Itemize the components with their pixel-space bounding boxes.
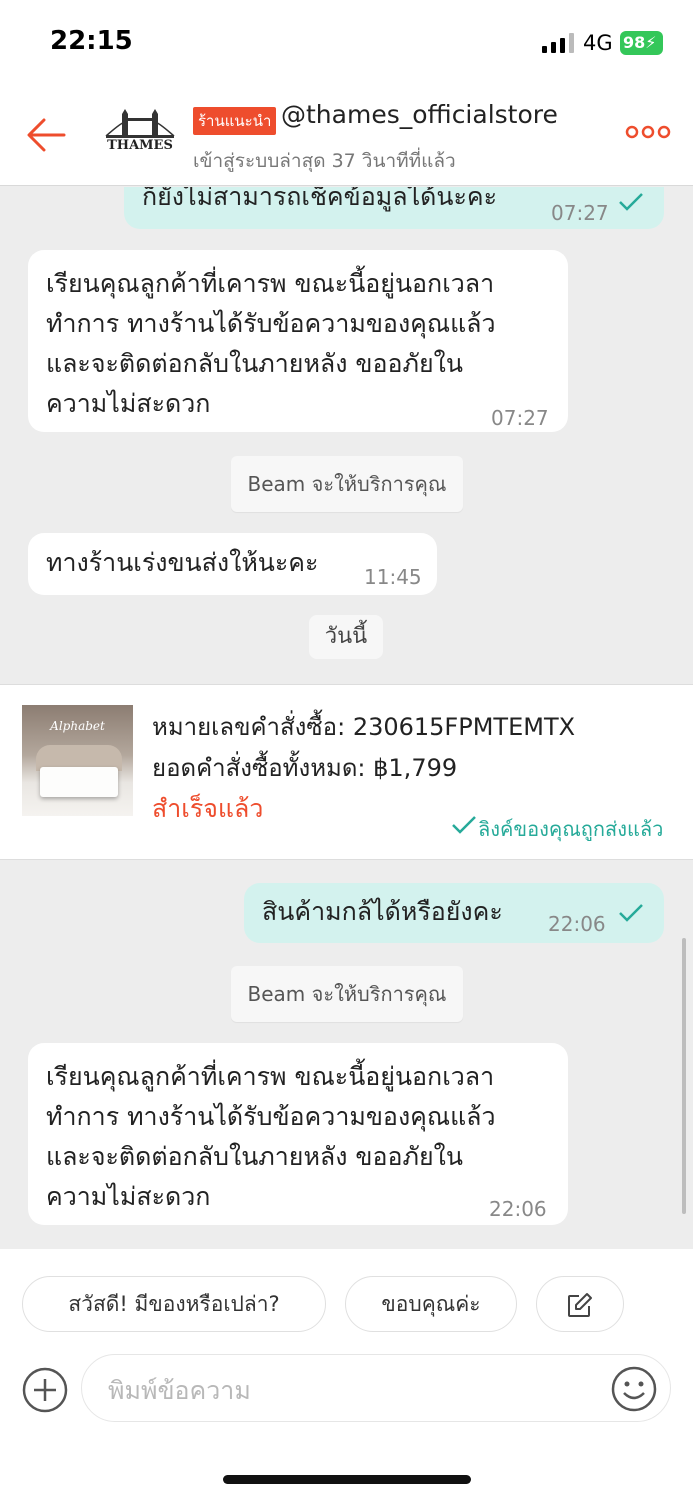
message-text: เรียนคุณลูกค้าที่เคารพ ขณะนี้อยู่นอกเวลา… (46, 1057, 496, 1217)
message-time: 22:06 (548, 912, 606, 936)
order-card[interactable]: Alphabet หมายเลขคำสั่งซื้อ: 230615FPMTEM… (0, 684, 693, 860)
read-check-icon (619, 904, 643, 922)
composer-panel: สวัสดี! มีของหรือเปล่า? ขอบคุณค่ะ พิมพ์ข… (0, 1249, 693, 1500)
message-line: ความไม่สะดวก (46, 1182, 211, 1211)
date-divider: วันนี้ (309, 615, 383, 659)
store-name[interactable]: @thames_officialstore (281, 100, 558, 129)
system-notice: Beam จะให้บริการคุณ (231, 966, 463, 1022)
store-logo[interactable]: THAMES (104, 108, 176, 158)
read-check-icon (619, 193, 643, 211)
message-line: และจะติดต่อกลับในภายหลัง ขออภัยใน (46, 1142, 463, 1171)
message-text: สินค้ามกล้ได้หรือยังคะ (262, 897, 503, 926)
link-sent-note: ลิงค์ของคุณถูกส่งแล้ว (478, 817, 664, 841)
message-line: ทำการ ทางร้านได้รับข้อความของคุณแล้ว (46, 1102, 496, 1131)
product-mattress (40, 767, 118, 797)
plus-icon[interactable] (22, 1367, 68, 1413)
system-notice: Beam จะให้บริการคุณ (231, 456, 463, 512)
message-time: 22:06 (489, 1197, 547, 1221)
message-line: และจะติดต่อกลับในภายหลัง ขออภัยใน (46, 349, 463, 378)
order-total: ยอดคำสั่งซื้อทั้งหมด: ฿1,799 (152, 754, 458, 782)
battery-icon: 98⚡ (620, 31, 663, 55)
order-status: สำเร็จแล้ว (152, 794, 264, 823)
network-type: 4G (583, 31, 613, 55)
emoji-icon[interactable] (611, 1366, 657, 1412)
message-text: ก็ยังไม่สามารถเช็คข้อมูลได้นะคะ (142, 187, 498, 211)
message-time: 11:45 (364, 565, 422, 589)
product-image-title: Alphabet (50, 719, 105, 733)
message-line: เรียนคุณลูกค้าที่เคารพ ขณะนี้อยู่นอกเวลา (46, 1062, 495, 1091)
message-time: 07:27 (491, 406, 549, 430)
status-bar: 22:15 4G 98⚡ (0, 0, 693, 86)
message-line: เรียนคุณลูกค้าที่เคารพ ขณะนี้อยู่นอกเวลา (46, 269, 495, 298)
message-incoming[interactable]: ทางร้านเร่งขนส่งให้นะคะ 11:45 (28, 533, 437, 595)
message-line: ความไม่สะดวก (46, 389, 211, 418)
quick-reply-thanks[interactable]: ขอบคุณค่ะ (345, 1276, 517, 1332)
message-input[interactable]: พิมพ์ข้อความ (81, 1354, 671, 1422)
quick-reply-greeting[interactable]: สวัสดี! มีของหรือเปล่า? (22, 1276, 326, 1332)
clock: 22:15 (50, 26, 133, 56)
message-line: ทำการ ทางร้านได้รับข้อความของคุณแล้ว (46, 309, 496, 338)
message-outgoing[interactable]: ก็ยังไม่สามารถเช็คข้อมูลได้นะคะ 07:27 (124, 187, 664, 229)
signal-icon (542, 33, 574, 53)
last-seen-status: เข้าสู่ระบบล่าสุด 37 วินาทีที่แล้ว (193, 150, 456, 172)
chat-header: THAMES ร้านแนะนำ @thames_officialstore เ… (0, 86, 693, 186)
message-outgoing[interactable]: สินค้ามกล้ได้หรือยังคะ 22:06 (244, 883, 664, 943)
message-text: ทางร้านเร่งขนส่งให้นะคะ (46, 548, 319, 577)
message-list[interactable]: ก็ยังไม่สามารถเช็คข้อมูลได้นะคะ 07:27 เร… (0, 187, 693, 1249)
message-text: เรียนคุณลูกค้าที่เคารพ ขณะนี้อยู่นอกเวลา… (46, 264, 496, 424)
battery-level: 98 (623, 33, 646, 52)
scrollbar[interactable] (682, 938, 686, 1214)
message-input-placeholder: พิมพ์ข้อความ (108, 1376, 251, 1405)
product-image: Alphabet (22, 705, 133, 816)
home-indicator[interactable] (223, 1475, 471, 1484)
logo-text: THAMES (107, 138, 173, 153)
message-incoming[interactable]: เรียนคุณลูกค้าที่เคารพ ขณะนี้อยู่นอกเวลา… (28, 1043, 568, 1225)
message-incoming[interactable]: เรียนคุณลูกค้าที่เคารพ ขณะนี้อยู่นอกเวลา… (28, 250, 568, 432)
message-time: 07:27 (551, 201, 609, 225)
more-options-icon[interactable] (624, 120, 672, 144)
preferred-badge: ร้านแนะนำ (193, 107, 277, 135)
back-arrow-icon[interactable] (22, 111, 70, 159)
order-number: หมายเลขคำสั่งซื้อ: 230615FPMTEMTX (152, 713, 576, 741)
edit-icon (568, 1293, 592, 1317)
check-icon (452, 816, 476, 834)
